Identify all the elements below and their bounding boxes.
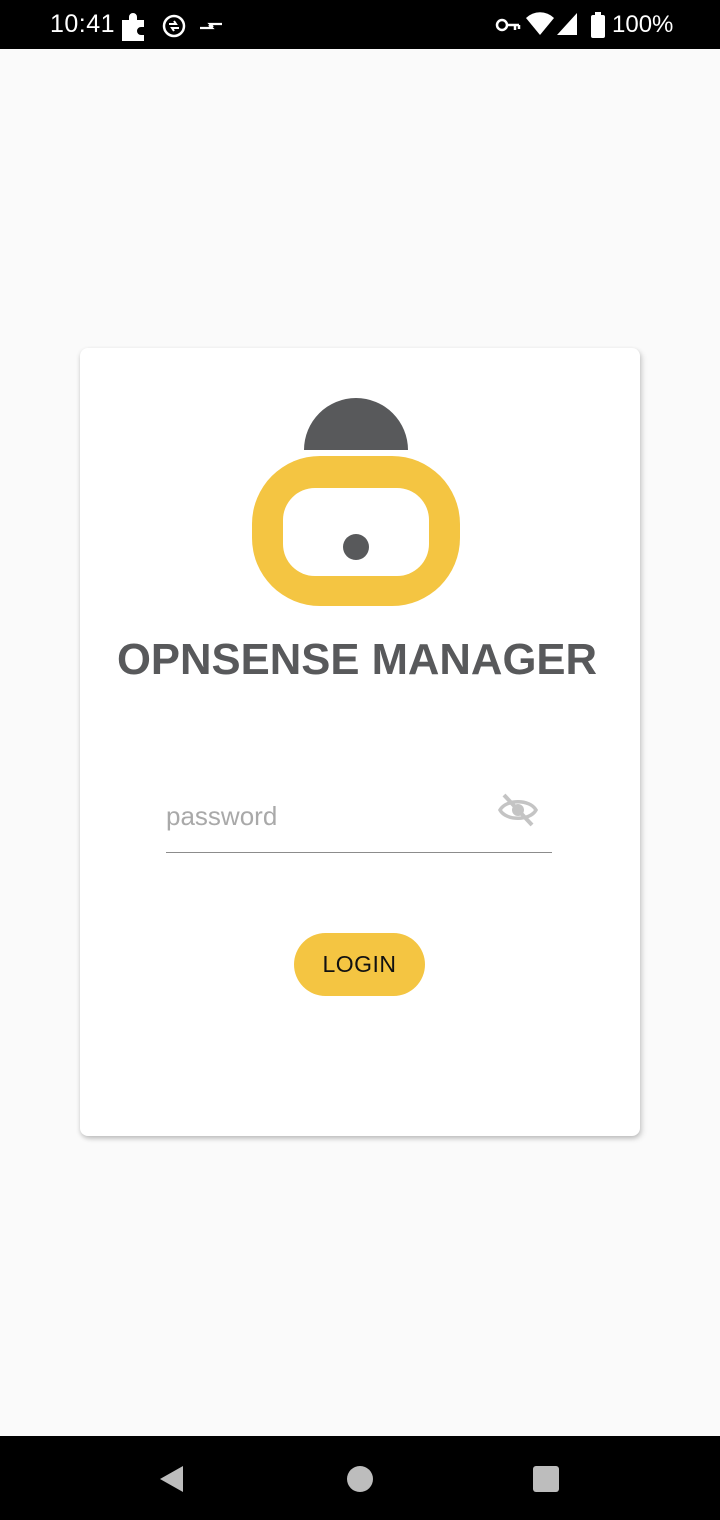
password-input[interactable] (166, 794, 486, 838)
signal-icon (557, 13, 577, 35)
visibility-off-icon (498, 793, 538, 827)
lock-shackle-icon (304, 398, 408, 450)
password-field[interactable] (166, 780, 552, 853)
navigation-bar (0, 1436, 720, 1520)
battery-icon (591, 12, 605, 38)
vpn-key-icon (495, 18, 521, 32)
back-icon[interactable] (155, 1462, 189, 1496)
brand-wordmark: OPNSENSE MANAGER (117, 635, 597, 684)
login-button[interactable]: LOGIN (294, 933, 425, 996)
visibility-toggle-button[interactable] (496, 788, 540, 832)
status-bar: 10:41 100% (0, 0, 720, 49)
data-arrows-icon (200, 22, 222, 30)
sync-icon (162, 14, 186, 38)
home-icon[interactable] (343, 1462, 377, 1496)
recents-icon[interactable] (529, 1462, 563, 1496)
app-logo: OPNSENSE MANAGER (117, 398, 597, 684)
battery-percentage: 100% (612, 11, 674, 38)
puzzle-icon (122, 13, 144, 41)
login-card: OPNSENSE MANAGER LOGIN (80, 348, 640, 1136)
wifi-icon (526, 12, 554, 35)
status-time: 10:41 (50, 10, 116, 38)
